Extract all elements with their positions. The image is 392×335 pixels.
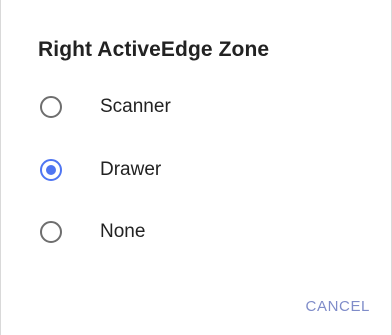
option-label-scanner: Scanner [100,96,171,117]
option-label-none: None [100,221,146,242]
option-scanner[interactable]: Scanner [1,79,391,135]
dialog-title: Right ActiveEdge Zone [38,38,270,61]
radio-button-none[interactable] [40,221,62,243]
option-drawer[interactable]: Drawer [1,142,391,198]
option-none[interactable]: None [1,204,391,260]
activeedge-zone-dialog: Right ActiveEdge Zone Scanner Drawer Non… [0,0,392,335]
option-label-drawer: Drawer [100,159,162,180]
radio-button-drawer[interactable] [40,159,62,181]
cancel-button[interactable]: CANCEL [304,296,372,317]
radio-button-scanner[interactable] [40,96,62,118]
radio-dot-icon [46,165,56,175]
